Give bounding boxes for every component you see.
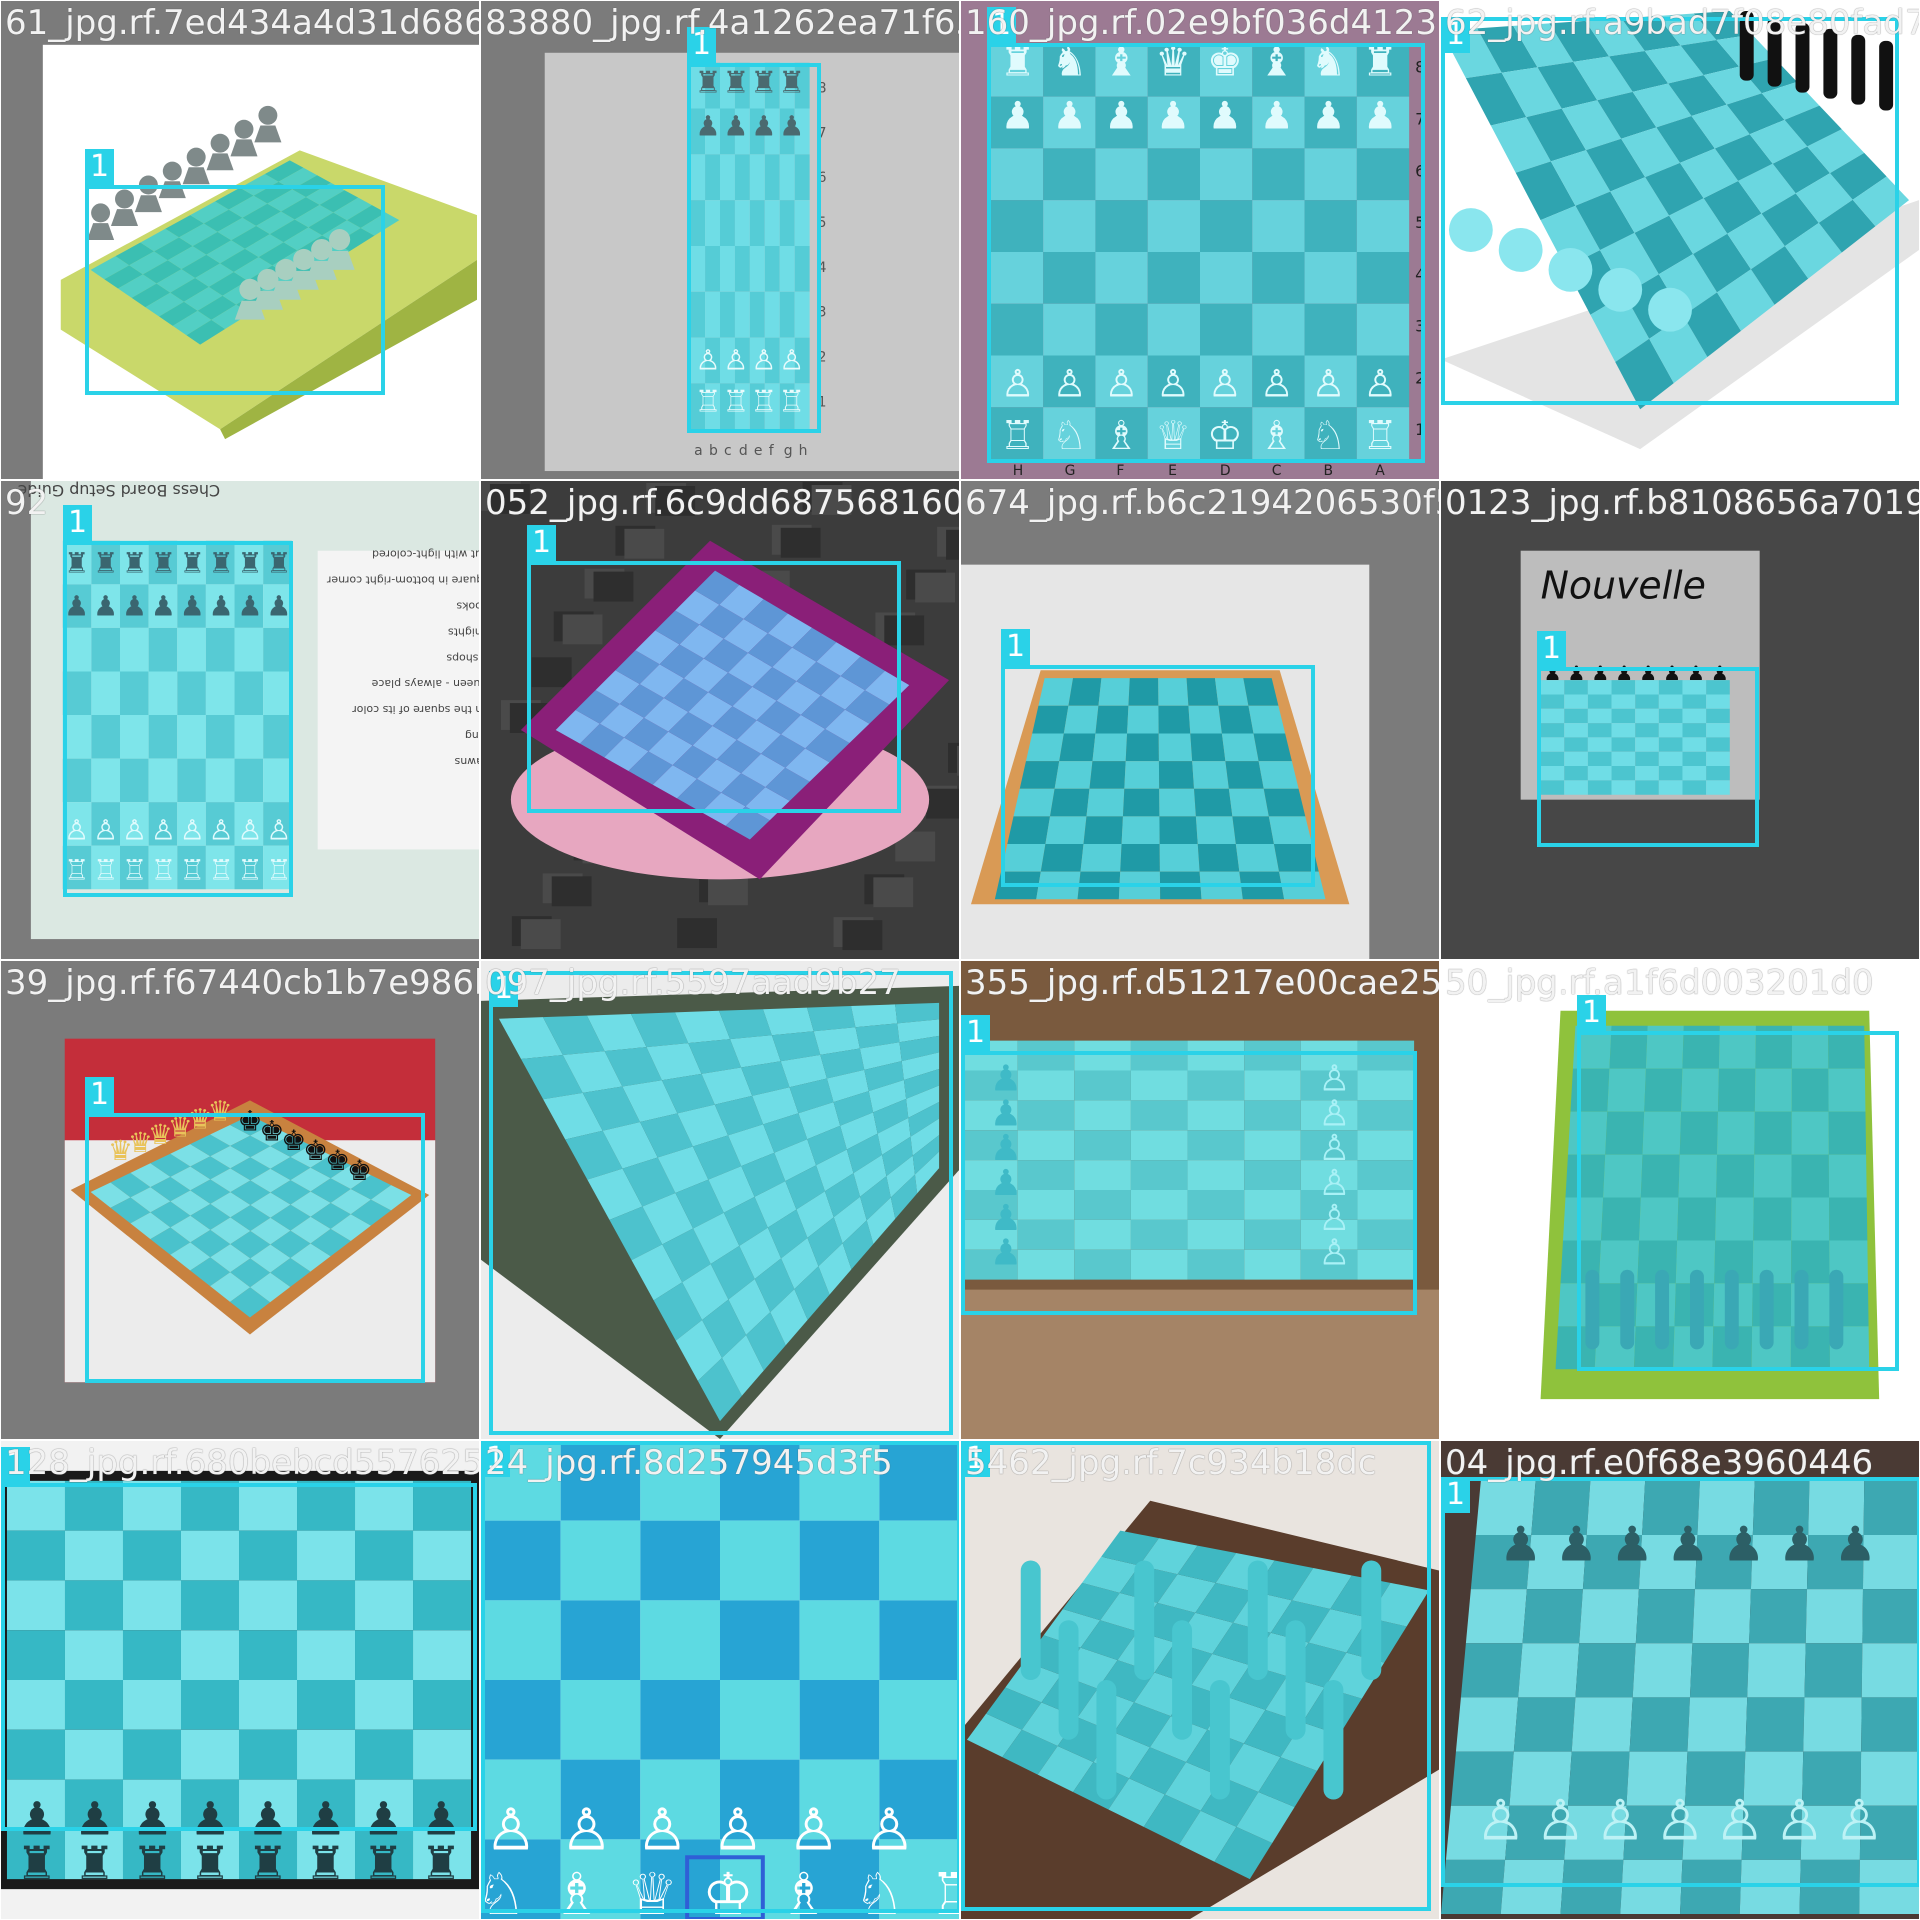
tile-filename: 097_jpg.rf.5597aad9b27 [485, 963, 901, 1003]
setup-note: square in bottom-right corner [326, 574, 479, 587]
tile-filename: 0123_jpg.rf.b8108656a7019f58c [1445, 483, 1920, 523]
image-tile[interactable]: ♜ ♜ ♜ ♜ ♜ ♜ ♜ ♜ ♟ ♟ ♟ ♟ ♟ ♟ ♟ ♟ ♙ ♙ ♙ ♙ ♙ ♙ ♙ ♙ ♖ ♖ ♖ ♖ ♖ ♖ ♖ ♖ Chess Bo… [0, 480, 480, 960]
setup-note: King [465, 729, 479, 742]
tile-filename: 61_jpg.rf.7ed434a4d31d686 [5, 3, 480, 43]
chess-piece [210, 133, 230, 153]
tile-filename: 24_jpg.rf.8d257945d3f5 [485, 1443, 893, 1483]
tile-filename: 04_jpg.rf.e0f68e3960446 [1445, 1443, 1874, 1483]
file-label: D [1220, 463, 1231, 479]
file-label: A [1375, 463, 1385, 479]
setup-note: Knights [448, 625, 479, 638]
bounding-box: 1 [527, 525, 901, 813]
setup-note: Rooks [456, 599, 479, 612]
file-label: E [1168, 463, 1177, 479]
image-tile[interactable]: ♟ ♟ ♟ ♟ ♟ ♟ ♟ ♟ ♜ ♜ ♜ ♜ ♜ ♜ ♜ ♜ 128_jpg.rf.680bebcd55762… [0, 1440, 480, 1920]
class-label: 1 [1537, 631, 1567, 667]
setup-note: Queen - always place [371, 677, 479, 690]
chess-piece: ♜ [363, 1836, 404, 1890]
setup-note: Bishops [446, 651, 479, 664]
bounding-box: 1 [63, 505, 293, 897]
class-label: 1 [85, 1077, 115, 1113]
image-tile[interactable]: Nouvelle ♟ ♟ ♟ ♟ ♟ ♟ ♟ ♟ 0123_jpg.rf.b8108656a701… [1440, 480, 1920, 960]
class-label: 1 [527, 525, 557, 561]
bounding-box: 1 [1001, 629, 1315, 887]
file-label: c [724, 443, 732, 459]
image-tile[interactable]: 052_jpg.rf.6c9dd687568160 1 [480, 480, 960, 960]
image-tile[interactable]: ♟ ♟ ♟ ♟ ♟ ♟ ♟ ♟ ♜ ♞ ♝ ♛ ♚ ♝ ♞ ♜ ♙ ♙ ♙ ♙ ♙ ♙ ♙ ♙ ♖ ♘ ♗ ♕ ♔ ♗ ♘ ♖ 8 7 6 5 4 3 2 1… [960, 0, 1440, 480]
bounding-box: 1 [1577, 995, 1899, 1371]
image-tile[interactable]: 097_jpg.rf.5597aad9b27 1 [480, 960, 960, 1440]
bounding-box: 1 [1, 1447, 477, 1831]
tile-filename: 128_jpg.rf.680bebcd557625 [5, 1443, 480, 1483]
file-label: F [1116, 463, 1124, 479]
chess-piece: ♜ [305, 1836, 346, 1890]
setup-note: on the square of its color [352, 703, 479, 716]
chess-piece [162, 161, 182, 181]
bounding-box: 1 [1537, 631, 1759, 847]
class-label: 1 [961, 1015, 991, 1051]
image-grid: 61_jpg.rf.7ed434a4d31d686 1 ♜ ♜ ♜ ♜ ♟ ♟ ♟ ♟ ♙ ♙ ♙ ♙ ♖ ♖… [0, 0, 1920, 1920]
image-tile[interactable]: 5462_jpg.rf.7c934b18dc 1 [960, 1440, 1440, 1920]
file-label: G [1065, 463, 1076, 479]
tile-filename: 052_jpg.rf.6c9dd687568160 [485, 483, 960, 523]
chess-piece [186, 147, 206, 167]
setup-note: Pawns [454, 755, 479, 768]
chess-piece: ♜ [190, 1836, 231, 1890]
file-label: e [754, 443, 763, 459]
tile-filename: 62_jpg.rf.a9bad7f08e80fad7 [1445, 3, 1920, 43]
tile-filename: 160_jpg.rf.02e9bf036d4123 [965, 3, 1437, 43]
tile-filename: 355_jpg.rf.d51217e00cae25 [965, 963, 1440, 1003]
class-label: 1 [85, 149, 115, 185]
bounding-box: 1 [687, 27, 821, 433]
file-label: C [1272, 463, 1282, 479]
tile-filename: 92 [5, 483, 49, 523]
image-tile[interactable]: 61_jpg.rf.7ed434a4d31d686 1 [0, 0, 480, 480]
tile-filename: 39_jpg.rf.f67440cb1b7e986b [5, 963, 480, 1003]
setup-note: put with light-colored [372, 548, 479, 561]
file-label: g [784, 443, 793, 459]
bounding-box: 1 [987, 7, 1425, 463]
chess-piece [258, 105, 278, 125]
file-label: a [694, 443, 703, 459]
image-tile[interactable]: ♟ ♟ ♟ ♟ ♟ ♟ ♟ ♙ ♙ ♙ ♙ ♙ ♙ ♙ 04_jpg.rf.e0f68e3960446 1 [1440, 1440, 1920, 1920]
image-tile[interactable]: 62_jpg.rf.a9bad7f08e80fad7 1 [1440, 0, 1920, 480]
chess-piece: ♜ [247, 1836, 288, 1890]
file-label: d [739, 443, 748, 459]
chess-piece: ♜ [74, 1836, 115, 1890]
bounding-box: 1 [961, 1015, 1417, 1315]
image-tile[interactable]: ♟ ♟ ♟ ♟ ♟ ♟ ♙ ♙ ♙ ♙ ♙ ♙ 355_jpg.rf.d51217e00cae25 1 [960, 960, 1440, 1440]
image-tile[interactable]: 674_jpg.rf.b6c2194206530f5e 1 [960, 480, 1440, 960]
tile-filename: 5462_jpg.rf.7c934b18dc [965, 1443, 1377, 1483]
chess-piece: ♜ [421, 1836, 462, 1890]
chess-piece: ♜ [16, 1836, 57, 1890]
image-tile[interactable]: ♜ ♜ ♜ ♜ ♟ ♟ ♟ ♟ ♙ ♙ ♙ ♙ ♖ ♖ ♖ ♖ 8 7 6 5 4 3 2 1 a b c d e f g h 83880_jp… [480, 0, 960, 480]
class-label: 1 [63, 505, 93, 541]
class-label: 1 [1001, 629, 1031, 665]
tile-filename: 83880_jpg.rf.4a1262ea71f65409 [485, 3, 959, 43]
image-tile[interactable]: ♙♙♙♙♙♙♘♗♕♔♗♘♖24_jpg.rf.8d257945d3f51 [480, 1440, 960, 1920]
file-label: h [799, 443, 808, 459]
image-tile[interactable]: 50_jpg.rf.a1f6d003201d0 1 [1440, 960, 1920, 1440]
bounding-box: 1 [1441, 1477, 1919, 1887]
file-label: H [1013, 463, 1023, 479]
file-label: b [709, 443, 718, 459]
chess-piece: ♜ [132, 1836, 173, 1890]
tile-filename: 50_jpg.rf.a1f6d003201d0 [1445, 963, 1874, 1003]
chess-piece [234, 119, 254, 139]
bounding-box: 1 [481, 1441, 959, 1913]
signature-text: Nouvelle [1541, 564, 1706, 608]
tile-filename: 674_jpg.rf.b6c2194206530f5e [965, 483, 1440, 523]
bounding-box: 1 [489, 971, 953, 1435]
bounding-box: 1 [961, 1441, 1431, 1911]
bounding-box: 1 [85, 1077, 425, 1383]
bounding-box: 1 [85, 149, 385, 395]
bounding-box: 1 [1441, 17, 1899, 405]
image-tile[interactable]: ♛ ♛ ♛ ♛ ♛ ♛ ♚ ♚ ♚ ♚ ♚ ♚ 39_jpg.rf.f67440cb1b7e986b 1 [0, 960, 480, 1440]
file-label: B [1323, 463, 1333, 479]
